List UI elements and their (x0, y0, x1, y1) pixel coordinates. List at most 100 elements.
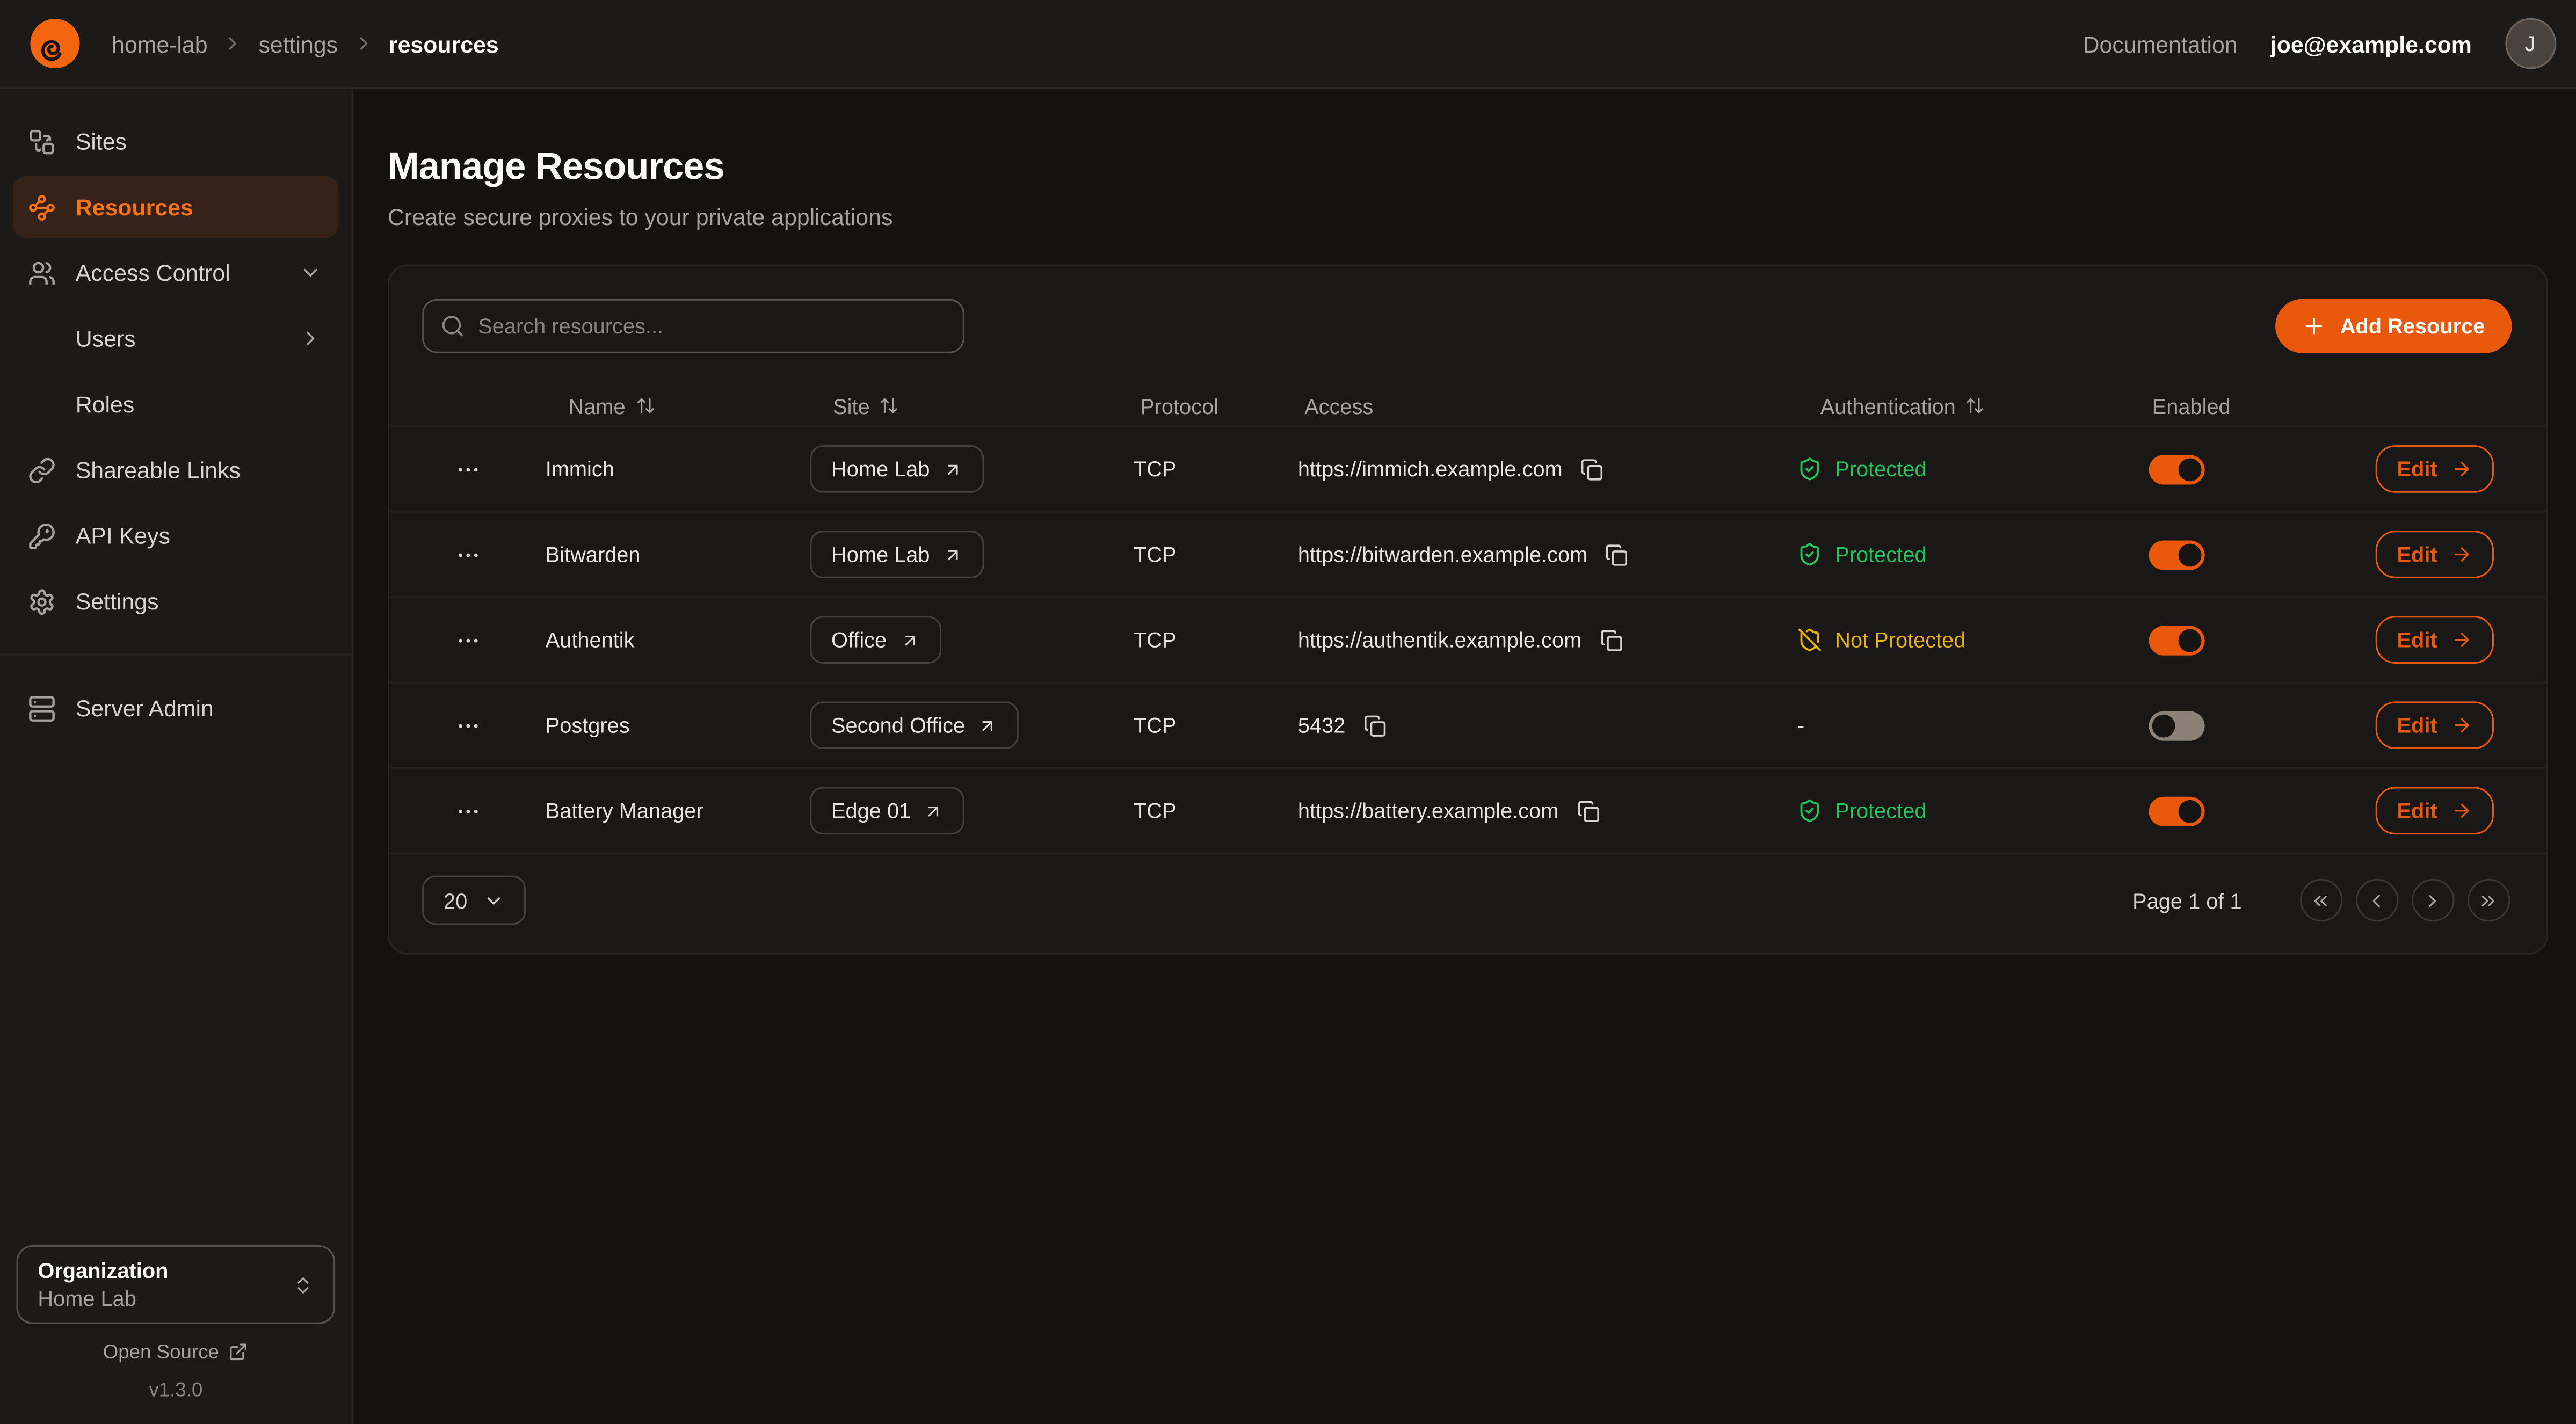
arrow-up-right-icon (943, 544, 963, 564)
site-link-button[interactable]: Home Lab (810, 445, 984, 493)
chevron-down-icon (484, 890, 505, 911)
sidebar-item-sites[interactable]: Sites (13, 110, 338, 172)
copy-button[interactable] (1597, 625, 1626, 655)
enabled-toggle[interactable] (2149, 796, 2205, 825)
edit-button[interactable]: Edit (2376, 701, 2493, 749)
copy-icon (1580, 457, 1603, 481)
org-switcher[interactable]: Organization Home Lab (17, 1245, 336, 1324)
page-title: Manage Resources (388, 144, 2548, 189)
app-logo-icon[interactable] (28, 17, 82, 71)
edit-button[interactable]: Edit (2376, 531, 2493, 578)
table-header: Name Site Protocol Access Authentication… (389, 386, 2546, 427)
resource-protocol: TCP (1134, 542, 1298, 567)
row-menu-button[interactable] (448, 449, 487, 489)
row-menu-button[interactable] (448, 620, 487, 659)
sidebar-item-api-keys[interactable]: API Keys (13, 504, 338, 566)
sidebar-item-resources[interactable]: Resources (13, 176, 338, 238)
gear-icon (28, 587, 56, 615)
search-box (422, 299, 964, 353)
resource-name: Bitwarden (546, 542, 810, 567)
sidebar-item-access-control[interactable]: Access Control (13, 242, 338, 304)
open-source-link[interactable]: Open Source (0, 1340, 352, 1363)
column-header-site[interactable]: Site (810, 394, 1134, 418)
resource-access: https://battery.example.com (1298, 798, 1559, 823)
edit-button[interactable]: Edit (2376, 787, 2493, 834)
sidebar-item-label: Roles (76, 391, 135, 417)
auth-badge: - (1797, 713, 1804, 738)
card-toolbar: Add Resource (389, 266, 2546, 353)
enabled-toggle[interactable] (2149, 710, 2205, 740)
org-switcher-title: Organization (38, 1258, 168, 1283)
breadcrumb: home-lab settings resources (112, 31, 499, 57)
link-icon (28, 456, 56, 484)
sites-icon (28, 127, 56, 155)
copy-button[interactable] (1602, 540, 1632, 569)
sidebar-item-shareable-links[interactable]: Shareable Links (13, 439, 338, 501)
last-page-button[interactable] (2467, 879, 2510, 922)
column-header-name[interactable]: Name (546, 394, 810, 418)
auth-badge: Not Protected (1797, 628, 1966, 652)
page-info: Page 1 of 1 (2132, 888, 2241, 913)
copy-icon (1606, 543, 1629, 566)
site-link-button[interactable]: Second Office (810, 701, 1019, 749)
resource-access: https://immich.example.com (1298, 456, 1563, 481)
documentation-link[interactable]: Documentation (2083, 31, 2238, 57)
server-icon (28, 694, 56, 722)
sidebar-item-roles[interactable]: Roles (13, 373, 338, 435)
column-header-authentication[interactable]: Authentication (1797, 394, 2146, 418)
toggle-knob (2152, 714, 2175, 737)
copy-button[interactable] (1577, 454, 1607, 484)
sidebar: Sites Resources Access Control Users Rol… (0, 89, 353, 1424)
enabled-toggle[interactable] (2149, 625, 2205, 655)
prev-page-button[interactable] (2355, 879, 2398, 922)
sidebar-item-server-admin[interactable]: Server Admin (13, 677, 338, 739)
page-subtitle: Create secure proxies to your private ap… (388, 204, 2548, 230)
chevron-right-icon (353, 33, 374, 54)
table-row: Immich Home Lab TCP https://immich.examp… (389, 427, 2546, 512)
copy-icon (1577, 799, 1600, 822)
sidebar-item-users[interactable]: Users (13, 307, 338, 369)
row-menu-button[interactable] (448, 706, 487, 745)
resource-access: https://authentik.example.com (1298, 628, 1581, 652)
copy-button[interactable] (1573, 796, 1603, 825)
copy-button[interactable] (1360, 710, 1390, 740)
first-page-button[interactable] (2299, 879, 2342, 922)
row-menu-button[interactable] (448, 791, 487, 830)
row-menu-button[interactable] (448, 535, 487, 574)
enabled-toggle[interactable] (2149, 454, 2205, 484)
external-link-icon (229, 1342, 249, 1362)
page-size-select[interactable]: 20 (422, 876, 526, 925)
site-name: Office (831, 628, 887, 652)
site-link-button[interactable]: Office (810, 616, 941, 664)
breadcrumb-org[interactable]: home-lab (112, 31, 208, 57)
avatar[interactable]: J (2505, 18, 2556, 69)
shield-check-icon (1797, 456, 1822, 481)
add-resource-button[interactable]: Add Resource (2276, 299, 2511, 353)
column-header-protocol: Protocol (1134, 394, 1298, 418)
column-header-access: Access (1298, 394, 1797, 418)
enabled-toggle[interactable] (2149, 540, 2205, 569)
search-input[interactable] (422, 299, 964, 353)
sidebar-item-settings[interactable]: Settings (13, 570, 338, 633)
auth-status-text: Not Protected (1835, 628, 1965, 652)
breadcrumb-settings[interactable]: settings (258, 31, 338, 57)
edit-label: Edit (2397, 628, 2437, 652)
chevron-right-icon (299, 327, 322, 350)
edit-button[interactable]: Edit (2376, 616, 2493, 664)
toggle-knob (2179, 628, 2202, 651)
sidebar-item-label: Resources (76, 194, 193, 220)
ellipsis-icon (454, 456, 481, 482)
user-email[interactable]: joe@example.com (2270, 31, 2472, 57)
copy-icon (1600, 628, 1623, 651)
site-link-button[interactable]: Edge 01 (810, 787, 965, 834)
next-page-button[interactable] (2411, 879, 2454, 922)
shield-off-icon (1797, 628, 1822, 652)
sidebar-item-label: API Keys (76, 522, 170, 549)
site-link-button[interactable]: Home Lab (810, 531, 984, 578)
auth-badge: Protected (1797, 798, 1927, 823)
shield-check-icon (1797, 798, 1822, 823)
org-switcher-value: Home Lab (38, 1286, 168, 1311)
sidebar-item-label: Sites (76, 128, 127, 155)
edit-button[interactable]: Edit (2376, 445, 2493, 493)
resource-protocol: TCP (1134, 628, 1298, 652)
